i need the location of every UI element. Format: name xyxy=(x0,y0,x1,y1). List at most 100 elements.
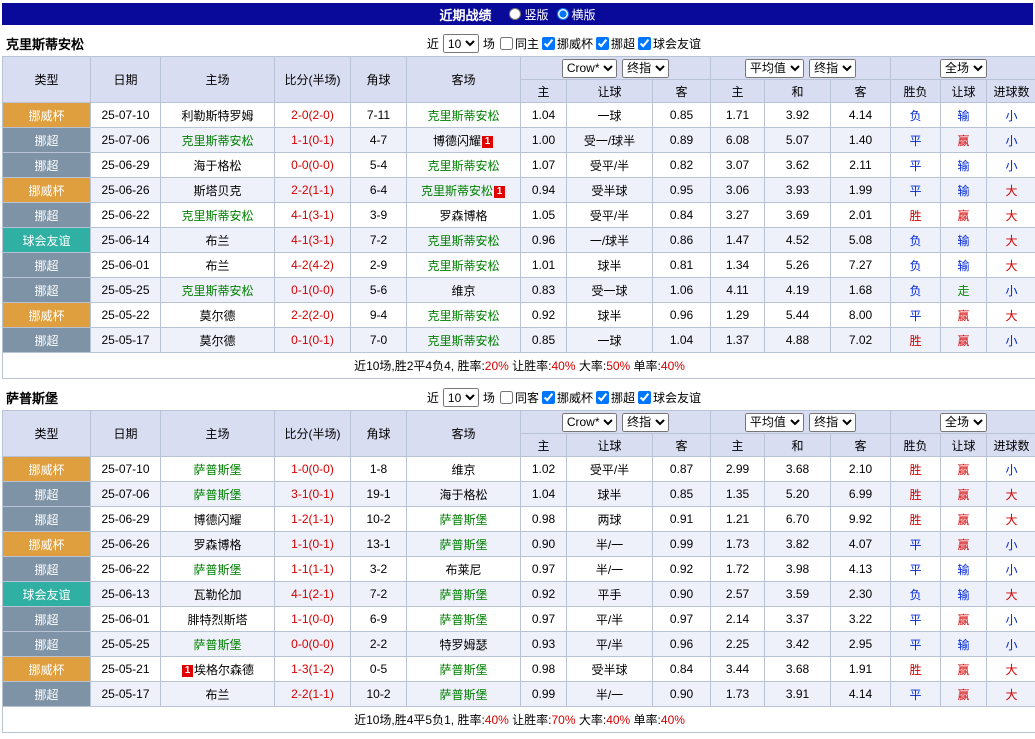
result-value: 平 xyxy=(890,681,942,707)
team-name[interactable]: 克里斯蒂安松 xyxy=(181,134,253,148)
team-name[interactable]: 特罗姆瑟 xyxy=(439,638,487,652)
filter-checkbox[interactable] xyxy=(499,37,513,50)
handicap-time-select[interactable]: 终指 xyxy=(622,412,670,432)
filter-option[interactable]: 挪超 xyxy=(595,35,635,52)
match-count-select[interactable]: 10 xyxy=(442,388,479,407)
europe-time-select[interactable]: 终指 xyxy=(809,412,857,432)
odds-value: 5.20 xyxy=(764,481,831,507)
bookmaker-select[interactable]: Crow* xyxy=(561,412,617,432)
team-name[interactable]: 克里斯蒂安松 xyxy=(427,109,499,123)
col-type: 类型 xyxy=(2,56,91,103)
team-name[interactable]: 克里斯蒂安松 xyxy=(181,284,253,298)
team-name[interactable]: 瓦勒伦加 xyxy=(193,588,241,602)
team-name[interactable]: 斯塔贝克 xyxy=(193,184,241,198)
match-count-select[interactable]: 10 xyxy=(442,34,479,53)
team-name[interactable]: 博德闪耀 xyxy=(193,513,241,527)
team-name[interactable]: 布兰 xyxy=(205,688,229,702)
team-name[interactable]: 埃格尔森德 xyxy=(194,663,254,677)
team-name[interactable]: 腓特烈斯塔 xyxy=(187,613,247,627)
team-name[interactable]: 萨普斯堡 xyxy=(439,588,487,602)
filter-checkbox[interactable] xyxy=(499,391,513,404)
average-select[interactable]: 平均值 xyxy=(744,58,804,78)
team-name[interactable]: 莫尔德 xyxy=(199,309,235,323)
league-type-badge: 挪超 xyxy=(2,506,91,532)
team-name[interactable]: 克里斯蒂安松 xyxy=(427,159,499,173)
team-name[interactable]: 萨普斯堡 xyxy=(193,488,241,502)
team-name[interactable]: 萨普斯堡 xyxy=(193,638,241,652)
team-name[interactable]: 罗森博格 xyxy=(193,538,241,552)
team-name[interactable]: 海于格松 xyxy=(439,488,487,502)
odds-value: 0.92 xyxy=(652,556,711,582)
match-score: 1-1(0-0) xyxy=(274,606,351,632)
scope-select[interactable]: 全场 xyxy=(940,58,987,78)
team-name[interactable]: 海于格松 xyxy=(193,159,241,173)
scope-select[interactable]: 全场 xyxy=(940,412,987,432)
team-name[interactable]: 维京 xyxy=(451,463,475,477)
team-name[interactable]: 克里斯蒂安松 xyxy=(427,234,499,248)
summary-stat-value: 20% xyxy=(484,359,509,373)
team-name[interactable]: 萨普斯堡 xyxy=(439,663,487,677)
corner-count: 9-4 xyxy=(350,302,407,328)
team-name[interactable]: 克里斯蒂安松 xyxy=(181,209,253,223)
europe-time-select[interactable]: 终指 xyxy=(809,58,857,78)
team-name[interactable]: 布莱尼 xyxy=(445,563,481,577)
odds-value: 3.92 xyxy=(764,102,831,128)
filter-checkbox[interactable] xyxy=(541,37,555,50)
team-name[interactable]: 萨普斯堡 xyxy=(439,513,487,527)
team-name[interactable]: 克里斯蒂安松 xyxy=(427,334,499,348)
home-team-cell: 萨普斯堡 xyxy=(160,631,275,657)
odds-value: 3.44 xyxy=(710,656,765,682)
league-type-badge: 挪超 xyxy=(2,277,91,303)
team-name[interactable]: 维京 xyxy=(451,284,475,298)
filter-checkbox[interactable] xyxy=(637,37,651,50)
layout-horizontal-option[interactable]: 横版 xyxy=(556,6,596,23)
home-team-cell: 罗森博格 xyxy=(160,531,275,557)
filter-checkbox[interactable] xyxy=(637,391,651,404)
layout-vertical-option[interactable]: 竖版 xyxy=(509,6,549,23)
filter-option[interactable]: 挪威杯 xyxy=(541,389,593,406)
handicap-odds-group: Crow* 终指 xyxy=(520,410,711,434)
team-name[interactable]: 萨普斯堡 xyxy=(439,613,487,627)
team-name[interactable]: 萨普斯堡 xyxy=(439,538,487,552)
team-title: 克里斯蒂安松 xyxy=(6,37,85,52)
bookmaker-select[interactable]: Crow* xyxy=(561,58,617,78)
filter-checkbox[interactable] xyxy=(595,391,609,404)
result-value: 输 xyxy=(940,252,988,278)
filter-option[interactable]: 挪超 xyxy=(595,389,635,406)
result-value: 平 xyxy=(890,152,942,178)
away-team-cell: 克里斯蒂安松 1 xyxy=(406,177,521,203)
odds-value: 4.11 xyxy=(710,277,765,303)
odds-value: 3.59 xyxy=(764,581,831,607)
team-name[interactable]: 克里斯蒂安松 xyxy=(427,259,499,273)
team-name[interactable]: 萨普斯堡 xyxy=(439,688,487,702)
filter-option[interactable]: 球会友谊 xyxy=(637,389,701,406)
team-name[interactable]: 罗森博格 xyxy=(439,209,487,223)
match-row: 球会友谊 25-06-13 瓦勒伦加 4-1(2-1) 7-2 萨普斯堡 0.92 平手 0.9… xyxy=(2,581,1035,607)
handicap-time-select[interactable]: 终指 xyxy=(622,58,670,78)
odds-value: 1.68 xyxy=(829,277,892,303)
summary-row: 近10场,胜4平5负1, 胜率:40% 让胜率:70% 大率:40% 单率:40… xyxy=(2,706,1035,733)
team-name[interactable]: 克里斯蒂安松 xyxy=(421,184,493,198)
average-select[interactable]: 平均值 xyxy=(744,412,804,432)
horizontal-radio[interactable] xyxy=(556,8,569,20)
filter-option[interactable]: 球会友谊 xyxy=(637,35,701,52)
team-name[interactable]: 布兰 xyxy=(205,259,229,273)
filter-checkbox[interactable] xyxy=(541,391,555,404)
team-name[interactable]: 利勒斯特罗姆 xyxy=(181,109,253,123)
filter-option[interactable]: 同客 xyxy=(499,389,539,406)
filter-option[interactable]: 同主 xyxy=(499,35,539,52)
team-name[interactable]: 莫尔德 xyxy=(199,334,235,348)
odds-value: 受半球 xyxy=(566,177,653,203)
team-name[interactable]: 萨普斯堡 xyxy=(193,463,241,477)
team-name[interactable]: 布兰 xyxy=(205,234,229,248)
filter-checkbox[interactable] xyxy=(595,37,609,50)
corner-count: 13-1 xyxy=(350,531,407,557)
team-name[interactable]: 萨普斯堡 xyxy=(193,563,241,577)
league-type-badge: 挪威杯 xyxy=(2,102,91,128)
team-name[interactable]: 克里斯蒂安松 xyxy=(427,309,499,323)
odds-value: 1.05 xyxy=(520,202,567,228)
filter-option[interactable]: 挪威杯 xyxy=(541,35,593,52)
vertical-radio[interactable] xyxy=(509,8,522,20)
summary-stat-label: 胜率: xyxy=(454,713,485,727)
team-name[interactable]: 博德闪耀 xyxy=(433,134,481,148)
